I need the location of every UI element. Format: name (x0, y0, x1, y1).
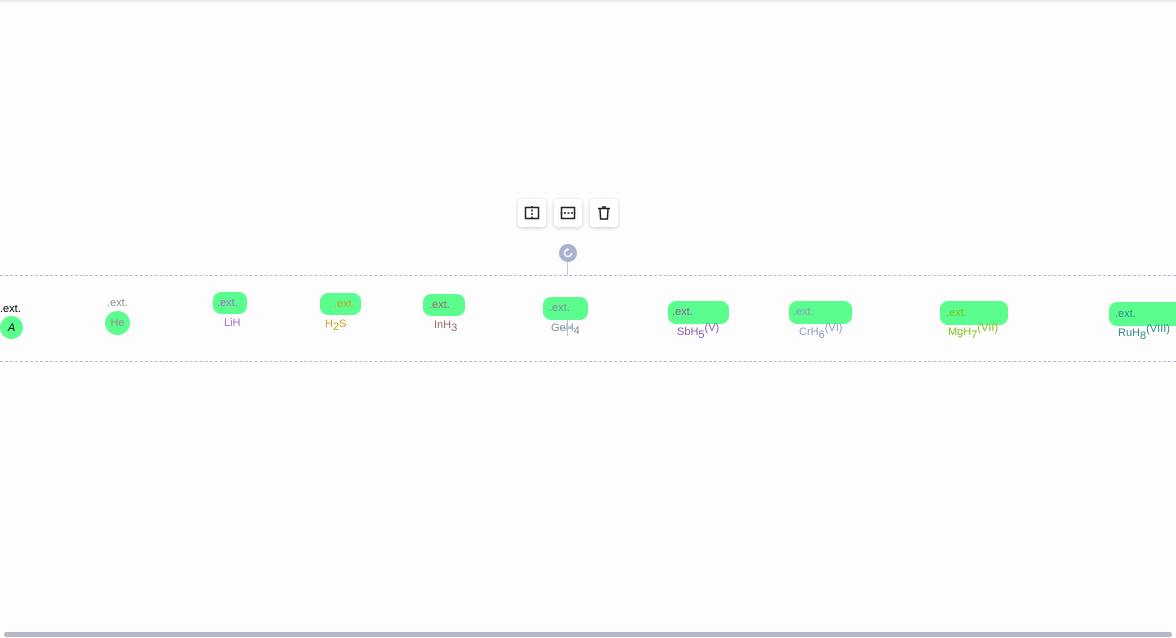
molecule-formula: H2S (325, 318, 347, 333)
rotate-handle-stem (567, 260, 568, 276)
horizontal-scrollbar[interactable] (4, 632, 1172, 637)
split-horizontal-icon (560, 206, 576, 220)
molecule-formula: A (7, 321, 16, 334)
ext-label: .ext. (107, 297, 128, 309)
formula-main: RuH (1118, 327, 1141, 339)
molecule-badge[interactable]: .ext. (543, 297, 588, 320)
molecule-badge[interactable]: A (0, 316, 23, 339)
ext-label: .ext. (793, 306, 814, 318)
formula-superscript: (VIII) (1146, 323, 1170, 335)
molecule-formula: RuH8(VIII) (1118, 324, 1170, 342)
ext-label: .ext. (549, 302, 570, 314)
formula-superscript: (V) (704, 322, 720, 334)
molecule-formula: MgH7(VII) (948, 323, 998, 341)
molecule-badge[interactable]: .ext. (423, 294, 465, 316)
formula-main: CrH (799, 326, 819, 338)
formula-main: H (325, 318, 333, 330)
molecule-badge[interactable]: He (105, 311, 130, 335)
ext-label: .ext. (334, 297, 355, 310)
formula-main: InH (434, 319, 452, 331)
delete-button[interactable] (590, 199, 618, 227)
formula-superscript: (VI) (824, 322, 843, 334)
molecule-formula: SbH5(V) (677, 323, 719, 341)
formula-main: SbH (677, 326, 699, 338)
formula-main: LiH (224, 317, 241, 329)
ext-label: .ext. (0, 303, 21, 315)
trash-icon (598, 206, 610, 220)
formula-superscript: (VII) (977, 322, 999, 334)
move-handle[interactable] (561, 320, 575, 336)
top-shadow (0, 0, 1176, 4)
ext-label: .ext. (672, 306, 693, 318)
rotate-icon (563, 247, 573, 258)
molecule-badge[interactable]: .ext. (213, 292, 247, 314)
ext-label: .ext. (429, 298, 450, 311)
formula-main: MgH (948, 326, 972, 338)
rotate-handle[interactable] (559, 244, 577, 262)
molecule-formula: LiH (224, 318, 241, 329)
formula-subscript: 3 (451, 322, 458, 334)
ext-label: .ext. (217, 296, 238, 309)
split-vertical-button[interactable] (518, 199, 546, 227)
split-vertical-icon (524, 206, 540, 220)
molecule-formula: InH3 (434, 319, 458, 334)
split-horizontal-button[interactable] (554, 199, 582, 227)
molecule-badge[interactable]: .ext. (789, 301, 852, 324)
molecule-formula: CrH6(VI) (799, 323, 842, 341)
formula-tail: S (339, 318, 347, 330)
molecule-badge[interactable]: .ext. (668, 301, 729, 324)
molecule-badge[interactable]: .ext. (320, 293, 361, 315)
editor-canvas[interactable]: .ext. A .ext. He .ext. LiH .ext. H2S .ex… (0, 0, 1176, 638)
ext-label: .ext. (946, 306, 967, 319)
molecule-formula: He (110, 317, 125, 329)
ext-label: .ext. (1115, 307, 1136, 320)
